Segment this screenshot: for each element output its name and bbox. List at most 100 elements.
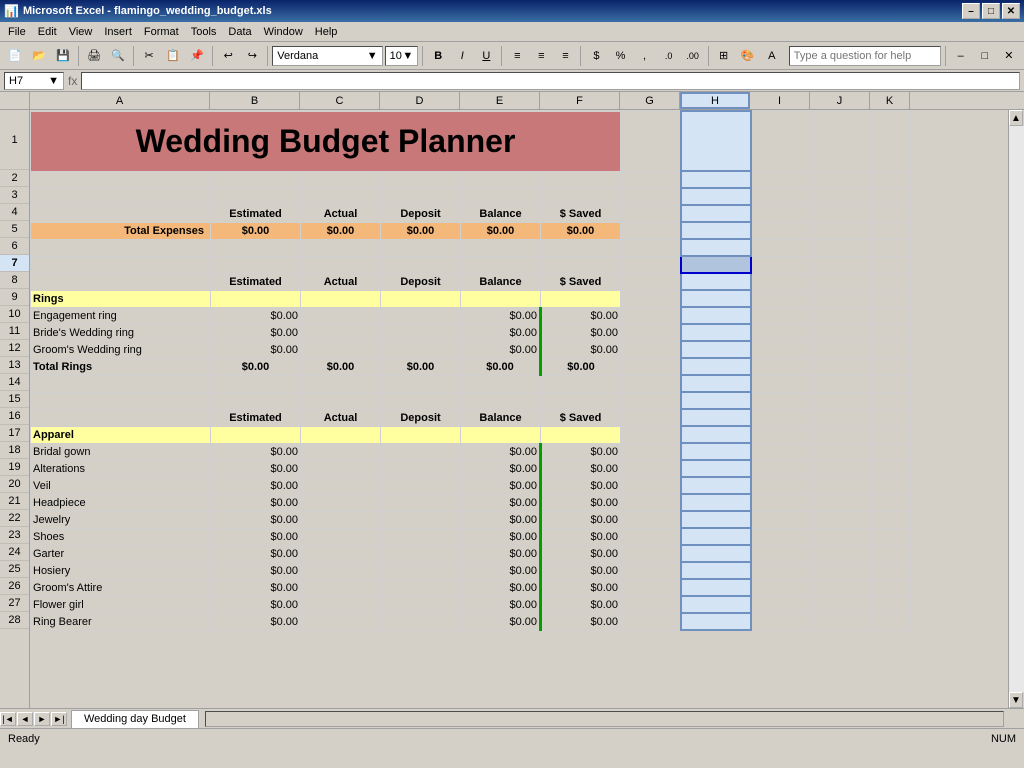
cell-i26[interactable] [751, 579, 811, 596]
cell-h24[interactable] [681, 545, 751, 562]
cell-h14[interactable] [681, 375, 751, 392]
menu-help[interactable]: Help [309, 24, 344, 40]
cell-e24[interactable]: $0.00 [461, 545, 541, 562]
copy-button[interactable]: 📋 [162, 45, 184, 67]
row-num-12[interactable]: 12 [0, 340, 29, 357]
cell-c17[interactable] [301, 426, 381, 443]
cell-c24[interactable] [301, 545, 381, 562]
cell-f22[interactable]: $0.00 [541, 511, 621, 528]
cell-g5[interactable] [621, 222, 681, 239]
selected-cell-h7[interactable] [681, 256, 751, 273]
col-header-d[interactable]: D [380, 92, 460, 109]
cell-e3[interactable] [461, 188, 541, 205]
menu-file[interactable]: File [2, 24, 32, 40]
row-num-23[interactable]: 23 [0, 527, 29, 544]
cell-k7[interactable] [871, 256, 911, 273]
cell-j24[interactable] [811, 545, 871, 562]
fill-color-button[interactable]: 🎨 [737, 45, 759, 67]
cell-e6[interactable] [461, 239, 541, 256]
cell-j17[interactable] [811, 426, 871, 443]
cell-k16[interactable] [871, 409, 911, 426]
cell-j16[interactable] [811, 409, 871, 426]
cell-c18[interactable] [301, 443, 381, 460]
col-header-i[interactable]: I [750, 92, 810, 109]
cell-i6[interactable] [751, 239, 811, 256]
row-num-26[interactable]: 26 [0, 578, 29, 595]
cell-i13[interactable] [751, 358, 811, 375]
cell-d22[interactable] [381, 511, 461, 528]
col-header-g[interactable]: G [620, 92, 680, 109]
total-expenses-balance[interactable]: $0.00 [461, 222, 541, 239]
menu-edit[interactable]: Edit [32, 24, 63, 40]
cell-j7[interactable] [811, 256, 871, 273]
cell-a6[interactable] [31, 239, 211, 256]
row-num-14[interactable]: 14 [0, 374, 29, 391]
cell-h15[interactable] [681, 392, 751, 409]
cell-c15[interactable] [301, 392, 381, 409]
cell-h25[interactable] [681, 562, 751, 579]
cell-g8[interactable] [621, 273, 681, 290]
cell-j6[interactable] [811, 239, 871, 256]
cell-h9[interactable] [681, 290, 751, 307]
cell-d9[interactable] [381, 290, 461, 307]
cell-g13[interactable] [621, 358, 681, 375]
cell-g28[interactable] [621, 613, 681, 630]
cell-k10[interactable] [871, 307, 911, 324]
cell-e7[interactable] [461, 256, 541, 273]
cell-b18[interactable]: $0.00 [211, 443, 301, 460]
cell-f27[interactable]: $0.00 [541, 596, 621, 613]
cell-h4[interactable] [681, 205, 751, 222]
cell-a16[interactable] [31, 409, 211, 426]
cell-e11[interactable]: $0.00 [461, 324, 541, 341]
cell-f11[interactable]: $0.00 [541, 324, 621, 341]
cell-g25[interactable] [621, 562, 681, 579]
cell-e9[interactable] [461, 290, 541, 307]
cell-b23[interactable]: $0.00 [211, 528, 301, 545]
cell-e27[interactable]: $0.00 [461, 596, 541, 613]
cell-c9[interactable] [301, 290, 381, 307]
row-num-27[interactable]: 27 [0, 595, 29, 612]
app-restore-button[interactable]: □ [974, 45, 996, 67]
cell-e17[interactable] [461, 426, 541, 443]
total-expenses-actual[interactable]: $0.00 [301, 222, 381, 239]
row-num-21[interactable]: 21 [0, 493, 29, 510]
cell-f18[interactable]: $0.00 [541, 443, 621, 460]
cell-k6[interactable] [871, 239, 911, 256]
cell-k15[interactable] [871, 392, 911, 409]
cell-h6[interactable] [681, 239, 751, 256]
cell-f12[interactable]: $0.00 [541, 341, 621, 358]
cell-j19[interactable] [811, 460, 871, 477]
cell-e26[interactable]: $0.00 [461, 579, 541, 596]
cell-h11[interactable] [681, 324, 751, 341]
cell-c25[interactable] [301, 562, 381, 579]
cell-g23[interactable] [621, 528, 681, 545]
cell-g17[interactable] [621, 426, 681, 443]
cell-e15[interactable] [461, 392, 541, 409]
cell-c21[interactable] [301, 494, 381, 511]
col-header-h[interactable]: H [680, 92, 750, 109]
cell-d2[interactable] [381, 171, 461, 188]
cell-d7[interactable] [381, 256, 461, 273]
align-left-button[interactable]: ≡ [506, 45, 528, 67]
bold-button[interactable]: B [427, 45, 449, 67]
cell-h8[interactable] [681, 273, 751, 290]
underline-button[interactable]: U [475, 45, 497, 67]
col-header-k[interactable]: K [870, 92, 910, 109]
cell-k17[interactable] [871, 426, 911, 443]
cell-f23[interactable]: $0.00 [541, 528, 621, 545]
cell-b19[interactable]: $0.00 [211, 460, 301, 477]
cell-c11[interactable] [301, 324, 381, 341]
cell-i23[interactable] [751, 528, 811, 545]
row-num-6[interactable]: 6 [0, 238, 29, 255]
cell-c26[interactable] [301, 579, 381, 596]
cell-e18[interactable]: $0.00 [461, 443, 541, 460]
row-num-25[interactable]: 25 [0, 561, 29, 578]
total-rings-actual[interactable]: $0.00 [301, 358, 381, 375]
cell-j18[interactable] [811, 443, 871, 460]
cell-g18[interactable] [621, 443, 681, 460]
row-num-8[interactable]: 8 [0, 272, 29, 289]
cell-g12[interactable] [621, 341, 681, 358]
cell-g24[interactable] [621, 545, 681, 562]
cell-g2[interactable] [621, 171, 681, 188]
cell-a8[interactable] [31, 273, 211, 290]
